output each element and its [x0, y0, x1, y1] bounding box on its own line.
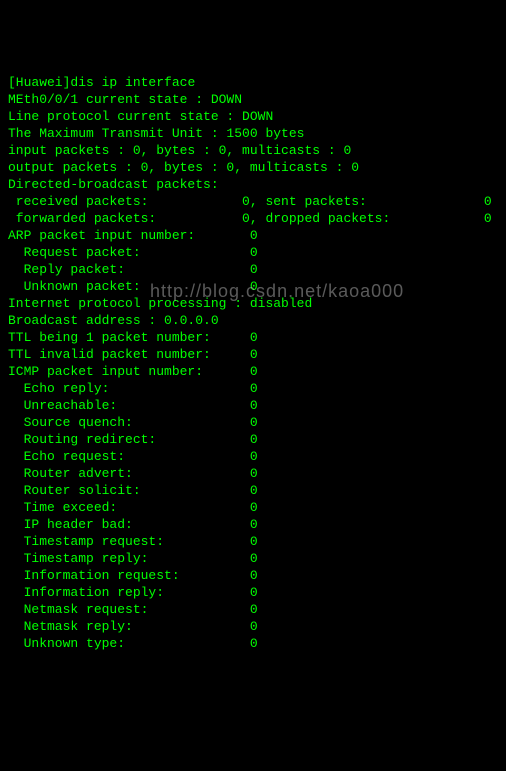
output-line: Information reply: 0	[8, 585, 258, 600]
output-line: Router advert: 0	[8, 466, 258, 481]
output-line: ICMP packet input number: 0	[8, 364, 258, 379]
output-line: The Maximum Transmit Unit : 1500 bytes	[8, 126, 304, 141]
output-line: Reply packet: 0	[8, 262, 258, 277]
output-line: received packets: 0, sent packets: 0	[8, 194, 492, 209]
output-line: Directed-broadcast packets:	[8, 177, 219, 192]
output-line: Line protocol current state : DOWN	[8, 109, 273, 124]
output-line: forwarded packets: 0, dropped packets: 0	[8, 211, 492, 226]
output-line: TTL being 1 packet number: 0	[8, 330, 258, 345]
output-line: Internet protocol processing : disabled	[8, 296, 312, 311]
output-line: Netmask reply: 0	[8, 619, 258, 634]
output-line: Echo reply: 0	[8, 381, 258, 396]
output-line: Unknown type: 0	[8, 636, 258, 651]
output-line: Timestamp request: 0	[8, 534, 258, 549]
prompt: [Huawei]	[8, 75, 70, 90]
output-line: Echo request: 0	[8, 449, 258, 464]
output-line: ARP packet input number: 0	[8, 228, 258, 243]
output-line: output packets : 0, bytes : 0, multicast…	[8, 160, 359, 175]
output-line: Information request: 0	[8, 568, 258, 583]
output-line: Router solicit: 0	[8, 483, 258, 498]
output-line: IP header bad: 0	[8, 517, 258, 532]
output-line: TTL invalid packet number: 0	[8, 347, 258, 362]
output-line: Netmask request: 0	[8, 602, 258, 617]
output-line: Routing redirect: 0	[8, 432, 258, 447]
output-line: Time exceed: 0	[8, 500, 258, 515]
output-line: Source quench: 0	[8, 415, 258, 430]
terminal-output: [Huawei]dis ip interface MEth0/0/1 curre…	[8, 74, 498, 652]
output-line: Unreachable: 0	[8, 398, 258, 413]
output-line: MEth0/0/1 current state : DOWN	[8, 92, 242, 107]
output-line: Unknown packet: 0	[8, 279, 258, 294]
output-line: Request packet: 0	[8, 245, 258, 260]
output-line: Timestamp reply: 0	[8, 551, 258, 566]
output-line: Broadcast address : 0.0.0.0	[8, 313, 219, 328]
output-line: input packets : 0, bytes : 0, multicasts…	[8, 143, 351, 158]
command[interactable]: dis ip interface	[70, 75, 195, 90]
